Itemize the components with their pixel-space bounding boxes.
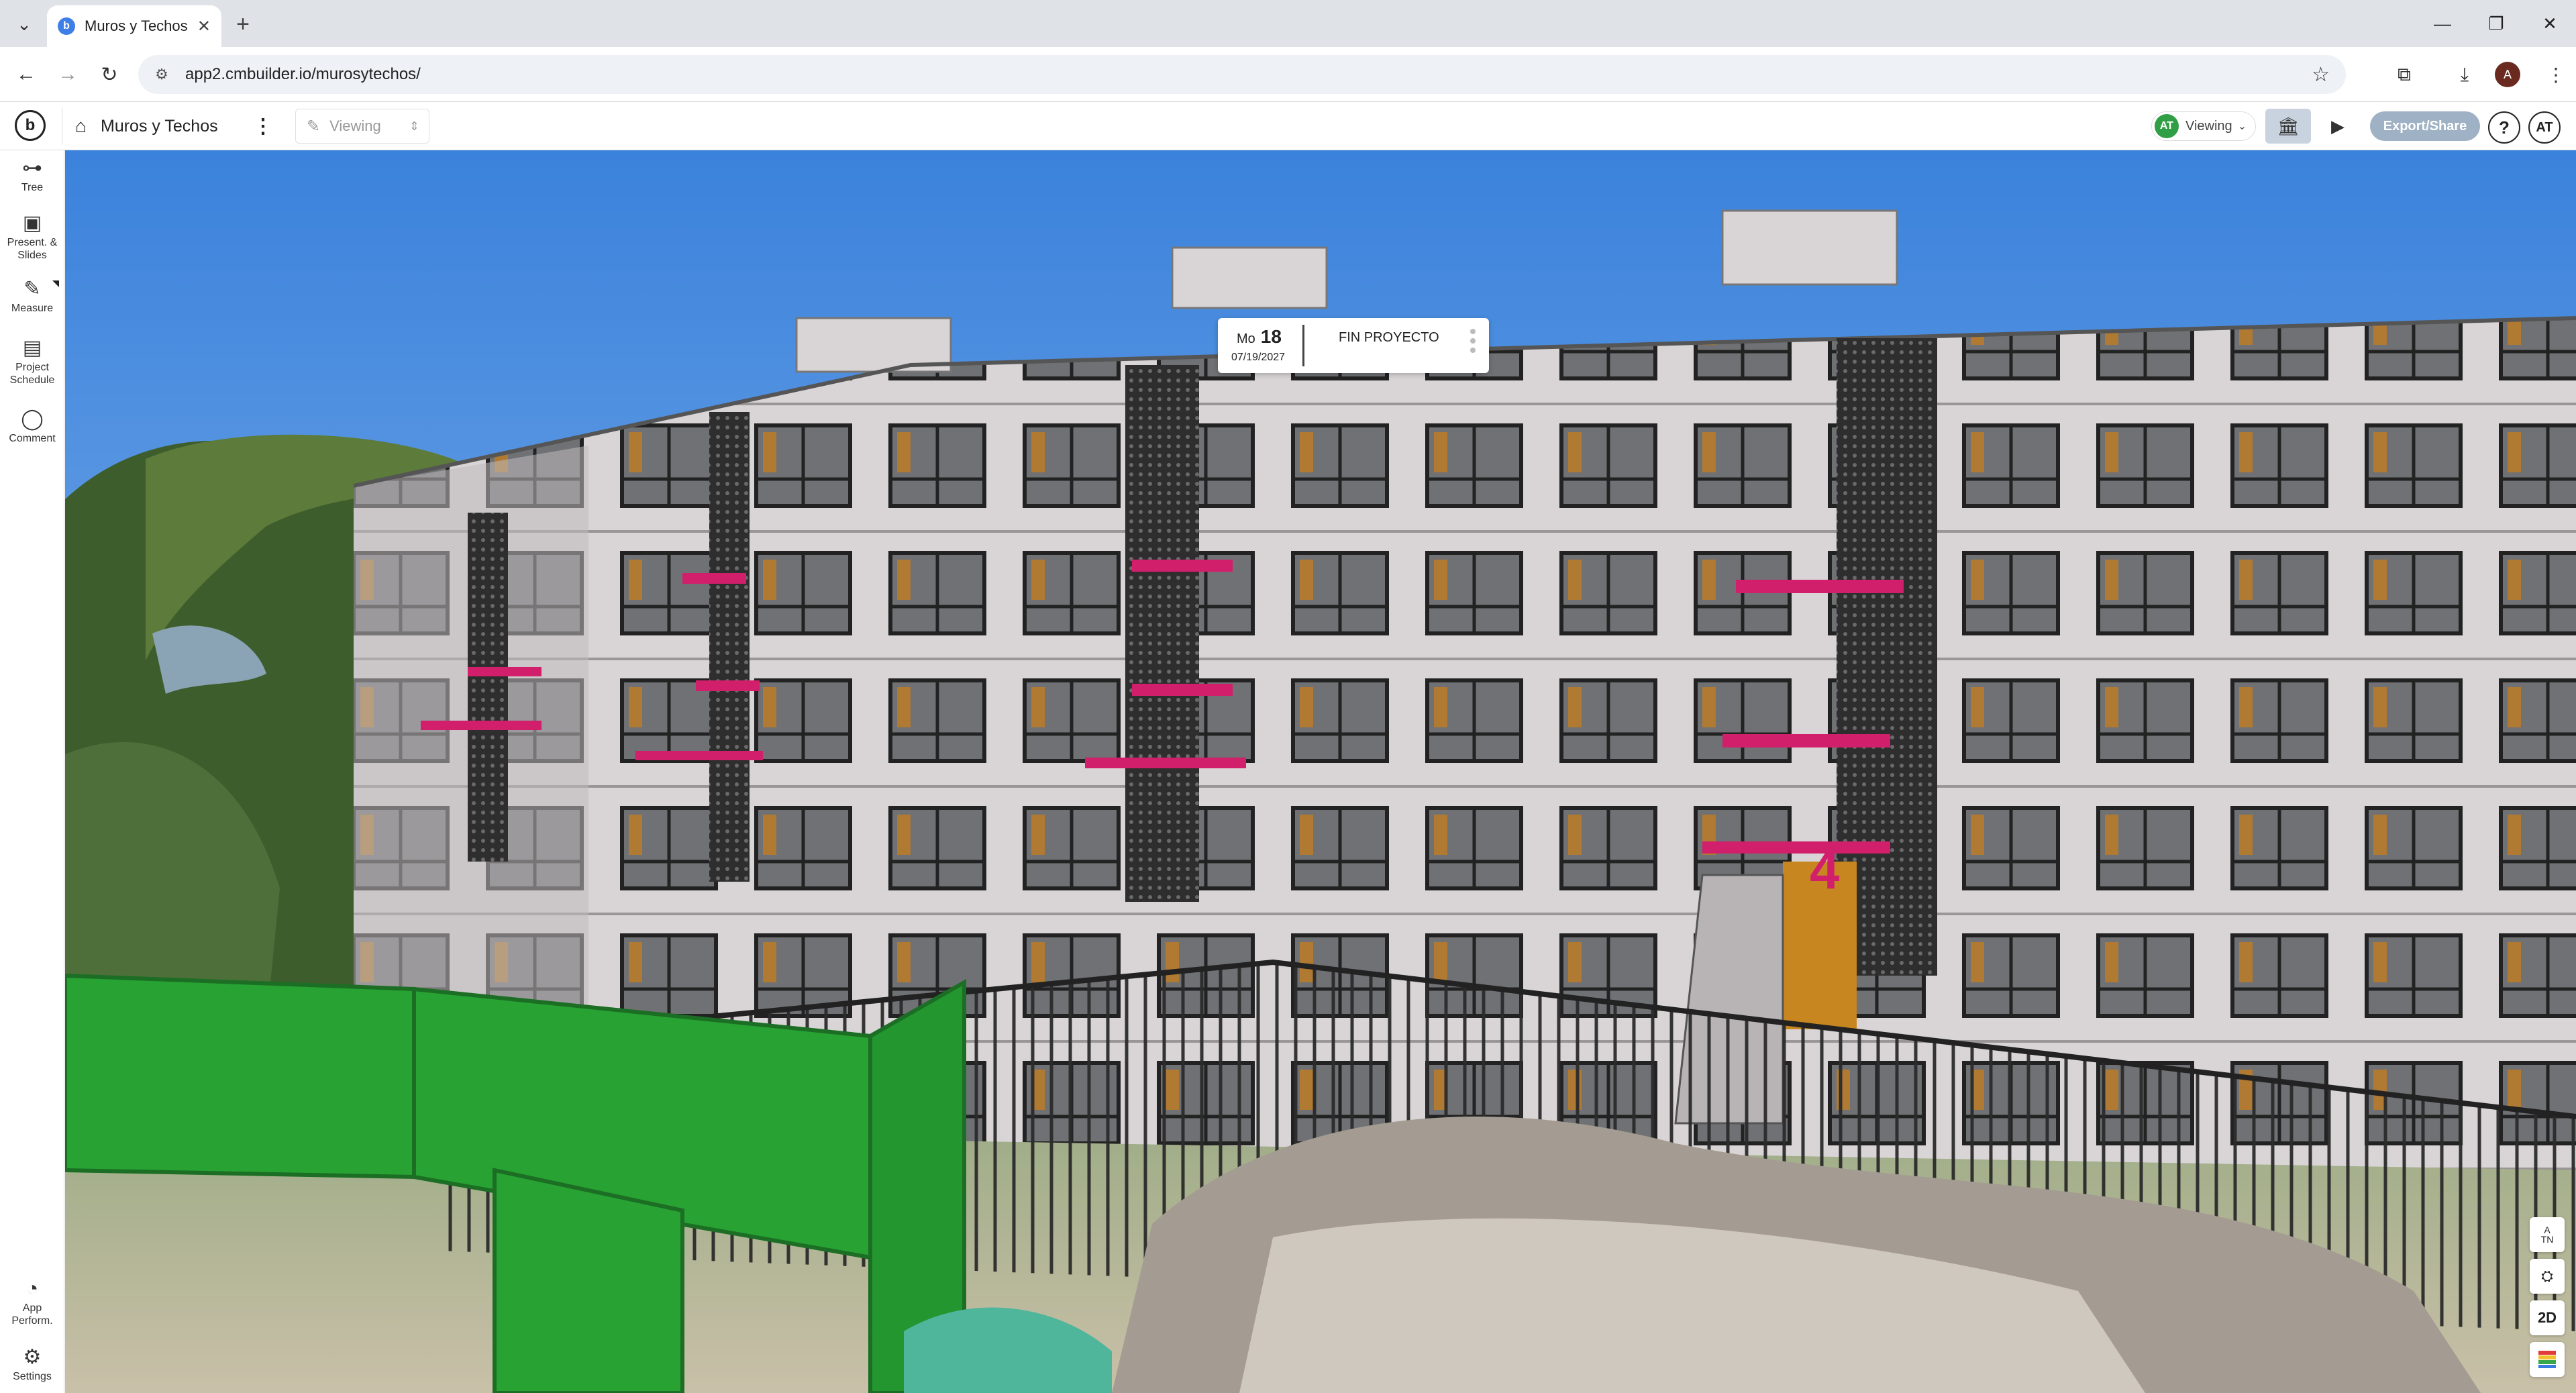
schedule-weekday-day: Mo 18 — [1237, 326, 1282, 348]
present-label-1: Present. & — [7, 237, 58, 248]
pencil-icon: ✎ — [307, 117, 321, 136]
browser-tabstrip: ⌄ b Muros y Techos ✕ + — ❐ ✕ — [0, 0, 2576, 47]
project-name[interactable]: Muros y Techos — [101, 117, 218, 136]
schedule-weekday: Mo — [1237, 331, 1255, 346]
help-button[interactable]: ? — [2488, 111, 2520, 144]
performance-gauge-icon: ◔ — [25, 1278, 39, 1300]
present-label-2: Slides — [17, 250, 47, 261]
tab-close-icon[interactable]: ✕ — [197, 17, 211, 36]
project-menu-icon[interactable]: ⋮ — [250, 111, 276, 141]
compass-arrow-label: A — [2544, 1225, 2551, 1235]
address-bar[interactable]: ⚙ app2.cmbuilder.io/murosytechos/ ☆ — [138, 55, 2346, 94]
bookmark-star-icon[interactable]: ☆ — [2312, 63, 2330, 87]
tool-rail: ⊶ Tree ▣ Present. & Slides ✎ Measure ▤ P… — [0, 150, 64, 1393]
url-text: app2.cmbuilder.io/murosytechos/ — [185, 65, 421, 83]
perf-label-1: App — [22, 1302, 42, 1314]
gear-icon: ⚙ — [23, 1346, 42, 1368]
favicon-icon: b — [58, 17, 75, 35]
layers-color-icon[interactable] — [2530, 1342, 2565, 1377]
mode-selector[interactable]: ✎ Viewing ⇕ — [295, 109, 429, 144]
home-icon[interactable]: ⌂ — [75, 115, 87, 137]
north-compass-button[interactable]: A TN — [2530, 1217, 2565, 1252]
comment-label: Comment — [9, 433, 56, 444]
presentation-view-button[interactable]: ▶ — [2315, 109, 2361, 144]
schedule-label-1: Project — [15, 362, 49, 373]
user-avatar-button[interactable]: AT — [2528, 111, 2561, 144]
tab-title: Muros y Techos — [85, 17, 188, 34]
slides-icon: ▣ — [22, 212, 42, 234]
submenu-indicator-icon — [52, 280, 59, 287]
tree-icon: ⊶ — [22, 157, 42, 179]
schedule-task-title: FIN PROYECTO — [1339, 330, 1439, 345]
model-view-button[interactable]: 🏛 — [2265, 109, 2311, 144]
tree-tool[interactable]: ⊶ Tree — [0, 157, 64, 194]
viewer-avatar: AT — [2155, 114, 2179, 138]
close-window-icon[interactable]: ✕ — [2530, 7, 2570, 40]
browser-menu-icon[interactable]: ⋮ — [2540, 59, 2571, 90]
minimize-icon[interactable]: — — [2422, 7, 2463, 40]
color-legend-icon — [2538, 1351, 2556, 1368]
calendar-icon: ▤ — [22, 337, 42, 359]
schedule-date: 07/19/2027 — [1231, 352, 1286, 363]
compass-tn-label: TN — [2540, 1234, 2554, 1245]
tab-search-chevron-icon[interactable]: ⌄ — [9, 9, 39, 39]
viewer-mode-dropdown[interactable]: AT Viewing ⌄ — [2151, 111, 2256, 141]
schedule-date-card[interactable]: Mo 18 07/19/2027 FIN PROYECTO — [1218, 318, 1489, 373]
toggle-2d-button[interactable]: 2D — [2530, 1300, 2565, 1335]
schedule-label-2: Schedule — [9, 374, 55, 386]
svg-text:4: 4 — [1810, 840, 1840, 900]
reload-icon[interactable]: ↻ — [94, 59, 125, 90]
restore-icon[interactable]: ❐ — [2476, 7, 2516, 40]
measure-label: Measure — [11, 303, 54, 314]
forward-icon[interactable]: → — [52, 59, 83, 90]
schedule-separator — [1302, 325, 1304, 366]
settings-label: Settings — [13, 1371, 52, 1382]
browser-tab[interactable]: b Muros y Techos ✕ — [47, 5, 221, 47]
schedule-more-icon[interactable] — [1470, 329, 1477, 353]
up-down-icon: ⇕ — [409, 119, 419, 133]
download-icon[interactable]: ⤓ — [2449, 59, 2480, 90]
back-icon[interactable]: ← — [11, 59, 42, 90]
tree-label: Tree — [21, 182, 44, 193]
ruler-icon: ✎ — [23, 278, 41, 300]
presentations-tool[interactable]: ▣ Present. & Slides — [0, 212, 64, 262]
export-share-button[interactable]: Export/Share — [2370, 111, 2480, 141]
3d-viewport[interactable]: 4 Mo 18 07/19/2027 FIN PROYECTO A TN ⛭ 2D — [65, 150, 2576, 1393]
comment-icon: ◯ — [21, 408, 44, 430]
comment-tool[interactable]: ◯ Comment — [0, 408, 64, 445]
browser-toolbar: ← → ↻ ⚙ app2.cmbuilder.io/murosytechos/ … — [0, 47, 2576, 102]
mode-label: Viewing — [329, 117, 381, 134]
extensions-icon[interactable]: ⧉ — [2389, 59, 2420, 90]
project-schedule-tool[interactable]: ▤ Project Schedule — [0, 337, 64, 386]
settings-tool[interactable]: ⚙ Settings — [0, 1346, 64, 1383]
schedule-day: 18 — [1260, 326, 1282, 347]
app-header: b ⌂ Muros y Techos ⋮ ✎ Viewing ⇕ AT View… — [0, 102, 2576, 150]
profile-avatar[interactable]: A — [2495, 62, 2520, 87]
site-info-icon[interactable]: ⚙ — [152, 64, 172, 85]
camera-mode-icon[interactable]: ⛭ — [2530, 1259, 2565, 1294]
measure-tool[interactable]: ✎ Measure — [0, 278, 64, 315]
new-tab-button[interactable]: + — [228, 9, 258, 39]
app-logo-icon[interactable]: b — [15, 110, 46, 141]
app-performance-tool[interactable]: ◔ App Perform. — [0, 1278, 64, 1327]
viewer-mode-label: Viewing — [2185, 118, 2232, 134]
perf-label-2: Perform. — [11, 1315, 53, 1327]
chevron-down-icon: ⌄ — [2237, 121, 2247, 132]
